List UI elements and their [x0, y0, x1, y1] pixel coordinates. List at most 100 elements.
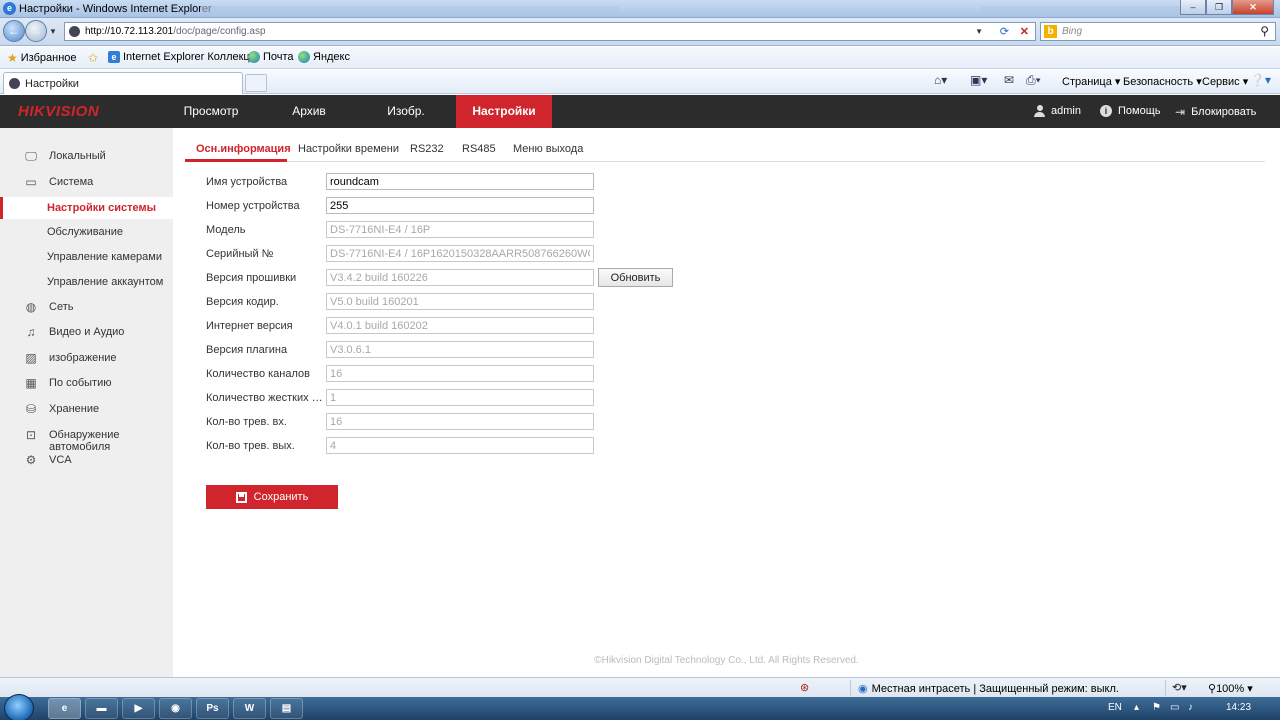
tab-rs232[interactable]: RS232 [410, 143, 444, 155]
tray-expand-icon[interactable]: ▴ [1134, 702, 1139, 713]
refresh-icon[interactable]: ⟳ [1000, 25, 1009, 38]
home-icon[interactable]: ⌂▾ [934, 73, 947, 87]
device-name-input[interactable] [326, 173, 594, 190]
maximize-button[interactable]: ❐ [1206, 0, 1232, 15]
pop-up-blocker-icon[interactable]: ⊛ [800, 681, 809, 694]
search-icon[interactable]: ⚲ [1260, 24, 1269, 38]
active-tab-indicator [185, 159, 287, 162]
model-label: Модель [206, 224, 246, 236]
blurred-region [200, 6, 620, 13]
network-icon[interactable]: ▭ [1170, 702, 1179, 713]
taskbar-chrome-icon[interactable]: ◉ [159, 698, 192, 719]
favorites-button[interactable]: ★ Избранное [7, 51, 77, 65]
taskbar-media-icon[interactable]: ▶ [122, 698, 155, 719]
model-field [326, 221, 594, 238]
sidebar-item-vehicle-detection[interactable]: ⊡ Обнаружение автомобиля [0, 424, 173, 454]
page-menu[interactable]: Страница ▾ [1062, 75, 1120, 88]
address-dropdown-icon[interactable]: ▼ [975, 27, 983, 36]
security-zone[interactable]: ◉ Местная интрасеть | Защищенный режим: … [858, 682, 1119, 696]
back-button[interactable]: ← [3, 20, 25, 42]
device-number-input[interactable] [326, 197, 594, 214]
action-center-icon[interactable]: ⚑ [1152, 702, 1161, 713]
mail-icon[interactable]: ✉ [1004, 73, 1014, 87]
new-tab-button[interactable] [245, 74, 267, 92]
channels-field [326, 365, 594, 382]
globe-icon [298, 51, 310, 63]
add-favorite-button[interactable]: ✩ [88, 51, 98, 65]
status-bar: ⊛ ◉ Местная интрасеть | Защищенный режим… [0, 677, 1280, 697]
taskbar-photoshop-icon[interactable]: Ps [196, 698, 229, 719]
tab-menu-output[interactable]: Меню выхода [513, 143, 583, 155]
taskbar-word-icon[interactable]: W [233, 698, 266, 719]
tab-row: Настройки ⌂▾ ▣▾ ✉ ⎙▾ Страница ▾ Безопасн… [0, 70, 1280, 94]
help-menu-icon[interactable]: ❔▾ [1250, 73, 1271, 87]
serial-field [326, 245, 594, 262]
taskbar-app-icon[interactable]: ▤ [270, 698, 303, 719]
lock-link[interactable]: ⇥ Блокировать [1175, 105, 1256, 119]
help-link[interactable]: i Помощь [1100, 105, 1161, 117]
print-icon[interactable]: ⎙▾ [1026, 73, 1041, 88]
tools-menu[interactable]: Сервис ▾ [1202, 75, 1248, 88]
plugin-label: Версия плагина [206, 344, 288, 356]
globe-icon [248, 51, 260, 63]
user-menu[interactable]: admin [1034, 105, 1081, 117]
page-icon [9, 78, 20, 89]
alarm-out-field [326, 437, 594, 454]
sidebar-item-system-settings[interactable]: Настройки системы [0, 197, 173, 219]
favorite-link-yandex[interactable]: Яндекс [298, 51, 350, 63]
sidebar-item-camera-management[interactable]: Управление камерами [0, 246, 173, 268]
minimize-button[interactable]: – [1180, 0, 1206, 15]
user-icon [1034, 105, 1045, 117]
nav-live-view[interactable]: Просмотр [170, 95, 252, 128]
feeds-icon[interactable]: ▣▾ [970, 73, 987, 87]
update-button[interactable]: Обновить [598, 268, 673, 287]
save-icon [235, 491, 247, 503]
zoom-level[interactable]: ⚲100% ▾ [1208, 682, 1253, 695]
sidebar-item-user-management[interactable]: Управление аккаунтом [0, 271, 173, 293]
add-star-icon: ✩ [88, 51, 99, 65]
clock[interactable]: 14:23 [1226, 702, 1251, 713]
favorite-link-mail[interactable]: Почта [248, 51, 294, 63]
forward-button[interactable]: → [25, 20, 47, 42]
address-field[interactable]: http://10.72.113.201/doc/page/config.asp… [64, 22, 1036, 41]
hikvision-logo: HIKVISION [18, 103, 100, 120]
device-number-label: Номер устройства [206, 200, 300, 212]
volume-icon[interactable]: ♪ [1188, 702, 1193, 713]
page-icon [69, 26, 80, 37]
ie-gallery-icon: e [108, 51, 120, 63]
hdd-label: Количество жестких дис... [206, 392, 324, 404]
web-version-field [326, 317, 594, 334]
sidebar-item-event[interactable]: ▦ По событию [0, 372, 173, 396]
sidebar-item-local[interactable]: 🖵 Локальный [0, 145, 173, 169]
bing-icon: b [1044, 25, 1057, 38]
nav-picture[interactable]: Изобр. [368, 95, 444, 128]
taskbar-ie-icon[interactable]: e [48, 698, 81, 719]
start-button[interactable] [4, 694, 34, 720]
sidebar-item-vca[interactable]: ⚙ VCA [0, 449, 173, 473]
browser-tab[interactable]: Настройки [3, 72, 243, 94]
sub-tabs: Осн.информация Настройки времени RS232 R… [185, 140, 1265, 162]
nav-playback[interactable]: Архив [270, 95, 348, 128]
sidebar-item-network[interactable]: ◍ Сеть [0, 296, 173, 320]
close-window-button[interactable]: ✕ [1232, 0, 1274, 15]
sidebar-item-maintenance[interactable]: Обслуживание [0, 221, 173, 243]
nav-configuration[interactable]: Настройки [456, 95, 552, 128]
favorite-link-ie-gallery[interactable]: e Internet Explorer Коллекц... [108, 51, 259, 63]
safety-menu[interactable]: Безопасность ▾ [1123, 75, 1202, 88]
tab-rs485[interactable]: RS485 [462, 143, 496, 155]
image-icon: ▨ [25, 351, 37, 365]
tab-time-settings[interactable]: Настройки времени [298, 143, 399, 155]
recent-pages-dropdown[interactable]: ▼ [49, 27, 57, 36]
sidebar-item-image[interactable]: ▨ изображение [0, 347, 173, 371]
taskbar-explorer-icon[interactable]: ▬ [85, 698, 118, 719]
sidebar-item-system[interactable]: ▭ Система [0, 171, 173, 195]
tab-basic-info[interactable]: Осн.информация [196, 143, 291, 155]
sidebar-item-video-audio[interactable]: ♫ Видео и Аудио [0, 321, 173, 345]
stop-icon[interactable]: ✕ [1020, 25, 1029, 38]
language-indicator[interactable]: EN [1108, 702, 1122, 713]
sidebar-item-storage[interactable]: ⛁ Хранение [0, 398, 173, 422]
help-icon: i [1100, 105, 1112, 117]
save-button[interactable]: Сохранить [206, 485, 338, 509]
search-field[interactable]: b Bing ⚲ [1040, 22, 1276, 41]
protected-mode-icon[interactable]: ⟲▾ [1172, 681, 1187, 694]
